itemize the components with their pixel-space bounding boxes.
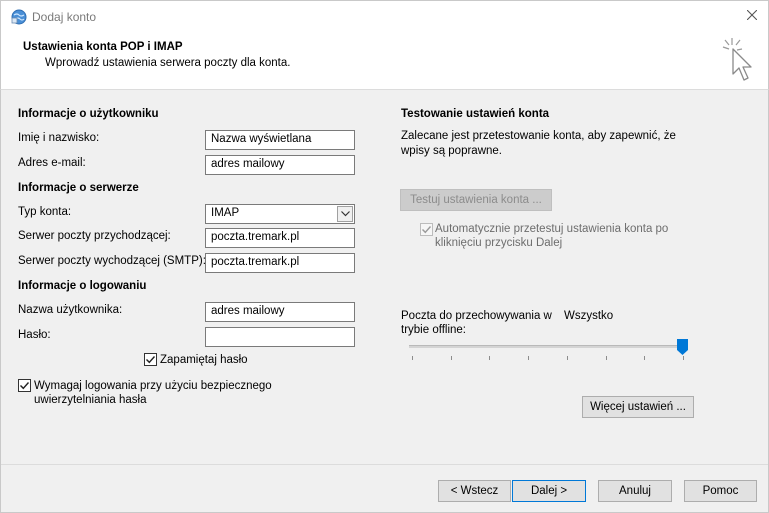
test-desc-line2: wpisy są poprawne.: [401, 145, 502, 157]
name-label: Imię i nazwisko:: [18, 132, 100, 144]
spa-label-line1[interactable]: Wymagaj logowania przy użyciu bezpieczne…: [34, 380, 272, 392]
name-field[interactable]: Nazwa wyświetlana: [205, 130, 355, 150]
password-field[interactable]: [205, 327, 355, 347]
outgoing-server-field[interactable]: poczta.tremark.pl: [205, 253, 355, 273]
offline-slider-track[interactable]: [409, 345, 688, 348]
account-type-value: IMAP: [211, 207, 240, 219]
title-bar: Dodaj konto: [0, 0, 769, 32]
slider-tick: [683, 356, 684, 360]
footer-divider: [1, 464, 768, 465]
offline-slider-thumb[interactable]: [677, 339, 688, 355]
window-title: Dodaj konto: [32, 10, 97, 24]
close-icon: [746, 9, 758, 23]
login-info-heading: Informacje o logowaniu: [18, 280, 147, 292]
outgoing-server-label: Serwer poczty wychodzącej (SMTP):: [18, 255, 206, 267]
incoming-server-label: Serwer poczty przychodzącej:: [18, 230, 171, 242]
remember-password-checkbox[interactable]: [144, 353, 157, 366]
username-field[interactable]: adres mailowy: [205, 302, 355, 322]
auto-test-checkbox[interactable]: [420, 223, 433, 236]
offline-label-line2: trybie offline:: [401, 324, 466, 336]
incoming-server-field[interactable]: poczta.tremark.pl: [205, 228, 355, 248]
server-info-heading: Informacje o serwerze: [18, 182, 139, 194]
user-info-heading: Informacje o użytkowniku: [18, 108, 159, 120]
test-desc-line1: Zalecane jest przetestowanie konta, aby …: [401, 130, 676, 142]
account-type-select[interactable]: IMAP: [205, 204, 355, 224]
header-title: Ustawienia konta POP i IMAP: [23, 41, 183, 53]
email-field[interactable]: adres mailowy: [205, 155, 355, 175]
dialog-body: [0, 89, 769, 513]
offline-label-line1: Poczta do przechowywania w: [401, 310, 552, 322]
spa-checkbox[interactable]: [18, 379, 31, 392]
email-label: Adres e-mail:: [18, 157, 86, 169]
spa-label-line2[interactable]: uwierzytelniania hasła: [34, 394, 147, 406]
password-label: Hasło:: [18, 329, 51, 341]
dialog-header: Ustawienia konta POP i IMAP Wprowadź ust…: [0, 32, 769, 89]
auto-test-label-line1[interactable]: Automatycznie przetestuj ustawienia kont…: [435, 223, 668, 235]
back-button[interactable]: < Wstecz: [438, 480, 511, 502]
chevron-down-icon[interactable]: [337, 206, 353, 222]
slider-tick: [450, 356, 452, 360]
auto-test-label-line2[interactable]: kliknięciu przycisku Dalej: [435, 237, 562, 249]
username-label: Nazwa użytkownika:: [18, 304, 123, 316]
more-settings-button[interactable]: Więcej ustawień ...: [582, 396, 694, 418]
slider-tick: [489, 356, 491, 360]
next-button[interactable]: Dalej >: [512, 480, 586, 502]
cursor-click-icon: [719, 36, 759, 86]
close-button[interactable]: [739, 5, 765, 27]
outlook-globe-icon: [11, 9, 27, 25]
test-settings-button[interactable]: Testuj ustawienia konta ...: [400, 189, 552, 211]
remember-password-label[interactable]: Zapamiętaj hasło: [160, 354, 248, 366]
cancel-button[interactable]: Anuluj: [598, 480, 672, 502]
slider-tick: [644, 356, 646, 360]
slider-tick: [412, 356, 413, 360]
offline-value: Wszystko: [564, 310, 614, 322]
slider-tick: [605, 356, 607, 360]
help-button[interactable]: Pomoc: [684, 480, 757, 502]
account-type-label: Typ konta:: [18, 206, 72, 218]
test-heading: Testowanie ustawień konta: [401, 108, 550, 120]
slider-tick: [566, 356, 568, 360]
header-subtitle: Wprowadź ustawienia serwera poczty dla k…: [45, 57, 291, 69]
slider-tick: [528, 356, 530, 360]
